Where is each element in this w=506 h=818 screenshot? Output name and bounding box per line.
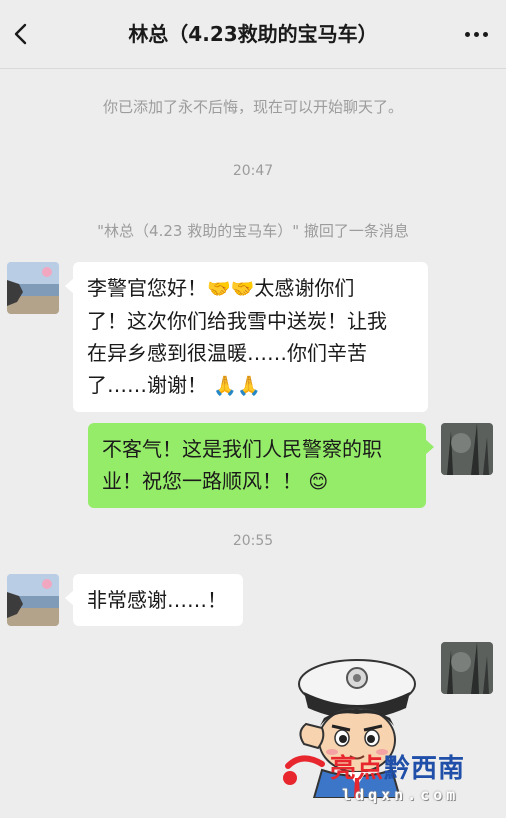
timestamp: 20:47 [232, 163, 274, 179]
message-line: 非常感谢……！ [87, 588, 227, 612]
chat-header: 林总（4.23救助的宝马车） [0, 0, 506, 69]
dark-forest-photo-icon [441, 642, 493, 694]
message-line: 了……谢谢！ 🙏🙏 [87, 369, 414, 402]
message-bubble-contact[interactable]: 李警官您好！🤝🤝太感谢你们 了！这次你们给我雪中送炭！让我 在异乡感到很温暖……… [65, 262, 428, 412]
dark-forest-photo-icon [441, 423, 493, 475]
watermark-brand: 亮点黔西南 [330, 754, 466, 784]
my-avatar[interactable] [441, 642, 493, 694]
chevron-left-icon [14, 23, 27, 45]
more-dot [464, 31, 470, 37]
message-line: 李警官您好！🤝🤝太感谢你们 [87, 272, 414, 305]
contact-avatar[interactable] [7, 574, 59, 626]
contact-avatar[interactable] [7, 262, 59, 314]
message-line: 在异乡感到很温暖……你们辛苦 [87, 341, 367, 365]
timestamp: 20:55 [232, 533, 274, 549]
more-dot [473, 31, 479, 37]
smile-emoji: 😊 [308, 471, 329, 493]
handshake-emoji: 🤝🤝 [207, 278, 255, 300]
watermark-url: ldqxn.com [342, 786, 460, 804]
message-line: 不客气！这是我们人民警察的职 [102, 437, 382, 461]
message-line: 业！祝您一路顺风！！ 😊 [102, 465, 412, 498]
friend-added-notice: 你已添加了永不后悔，现在可以开始聊天了。 [102, 98, 403, 116]
message-line: 了！这次你们给我雪中送炭！让我 [87, 309, 387, 333]
message-bubble-contact[interactable]: 非常感谢……！ [65, 574, 243, 626]
recall-notice: "林总（4.23 救助的宝马车）" 撤回了一条消息 [97, 222, 409, 240]
more-dot [482, 31, 488, 37]
chat-title: 林总（4.23救助的宝马车） [128, 22, 378, 46]
pray-emoji: 🙏🙏 [213, 375, 261, 397]
beach-photo-icon [7, 262, 59, 314]
watermark: 亮点黔西南 ldqxn.com [330, 748, 500, 808]
beach-photo-icon [7, 574, 59, 626]
my-avatar[interactable] [441, 423, 493, 475]
message-bubble-me[interactable]: 不客气！这是我们人民警察的职 业！祝您一路顺风！！ 😊 [88, 423, 434, 508]
more-button[interactable] [458, 20, 494, 48]
back-button[interactable] [6, 18, 34, 50]
